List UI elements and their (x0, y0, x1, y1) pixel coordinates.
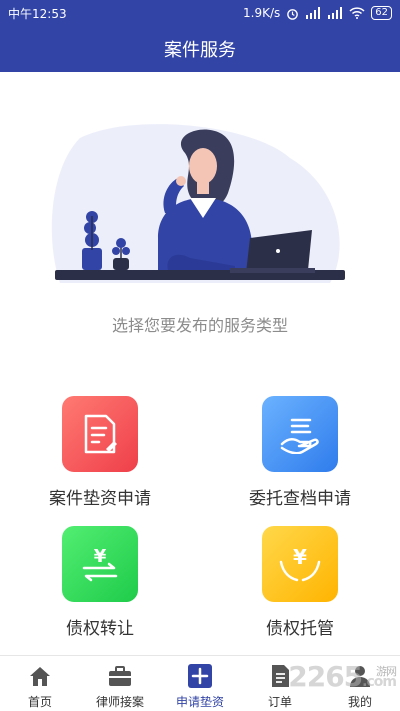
yuan-hands-icon: ¥ (262, 526, 338, 602)
network-speed: 1.9K/s (243, 6, 281, 20)
plus-square-icon (187, 663, 213, 689)
service-type-prompt: 选择您要发布的服务类型 (111, 316, 288, 335)
site-watermark: 2265.com 游网 (288, 660, 397, 693)
tab-label: 我的 (347, 695, 372, 709)
tab-apply-funding[interactable]: 申请垫资 (160, 656, 240, 711)
status-bar: 中午12:53 1.9K/s 62 (0, 0, 400, 26)
status-time: 中午12:53 (8, 6, 67, 21)
title-bar: 案件服务 (0, 26, 400, 72)
service-label: 委托查档申请 (249, 489, 351, 509)
service-tile-case-funding[interactable]: 案件垫资申请 (20, 396, 180, 509)
service-label: 债权转让 (66, 619, 134, 639)
status-icons: 1.9K/s 62 (243, 6, 392, 20)
tab-label: 首页 (27, 695, 52, 709)
signal-icon (306, 7, 321, 19)
tab-home[interactable]: 首页 (0, 656, 80, 711)
wifi-icon (349, 7, 365, 19)
service-label: 案件垫资申请 (49, 489, 151, 509)
page-title: 案件服务 (164, 40, 236, 61)
watermark-logo: 2265 (288, 660, 363, 693)
tab-label: 订单 (267, 695, 292, 709)
hand-documents-icon (262, 396, 338, 472)
tab-label: 申请垫资 (175, 695, 224, 709)
service-label: 债权托管 (266, 619, 334, 639)
home-icon (27, 663, 53, 689)
document-pen-icon (62, 396, 138, 472)
briefcase-icon (107, 663, 133, 689)
hero-illustration (51, 124, 345, 283)
svg-text:¥: ¥ (94, 546, 107, 567)
service-tile-debt-custody[interactable]: ¥ 债权托管 (220, 526, 380, 639)
battery-indicator: 62 (371, 6, 392, 20)
service-tile-debt-transfer[interactable]: ¥ 债权转让 (20, 526, 180, 639)
signal-icon-2 (328, 7, 343, 19)
svg-text:¥: ¥ (293, 545, 307, 569)
tab-lawyer-cases[interactable]: 律师接案 (80, 656, 160, 711)
yuan-transfer-icon: ¥ (62, 526, 138, 602)
alarm-icon (287, 8, 299, 20)
service-tile-file-inquiry[interactable]: 委托查档申请 (220, 396, 380, 509)
tab-label: 律师接案 (95, 695, 144, 709)
